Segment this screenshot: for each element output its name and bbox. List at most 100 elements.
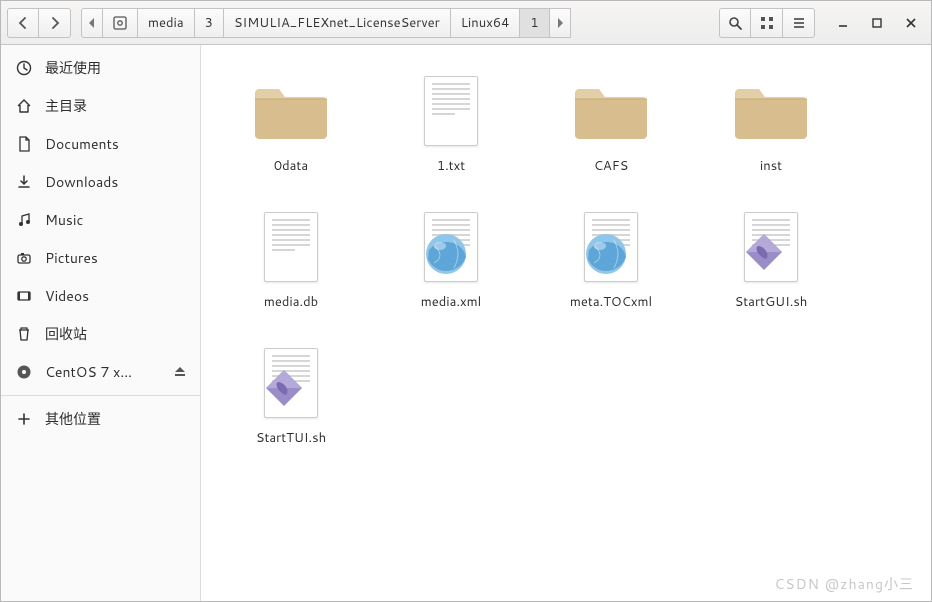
folder-icon-wrap [571,71,651,151]
script-diamond-icon [744,232,784,272]
folder-icon-wrap [251,71,331,151]
file-label: 0data [274,157,308,175]
disk-icon [113,16,127,30]
view-icons-button[interactable] [751,8,783,38]
path-seg-1[interactable]: 3 [195,8,224,38]
download-icon [15,174,33,190]
sidebar-item-label: 回收站 [45,324,87,344]
sidebar-item-label: Downloads [45,172,118,192]
file-icon [15,136,33,152]
sidebar-item-label: 主目录 [45,96,87,116]
sidebar-item-recent[interactable]: 最近使用 [1,49,200,87]
file-item[interactable]: media.db [211,201,371,317]
script-diamond-icon [264,368,304,408]
file-item[interactable]: media.xml [371,201,531,317]
document-page-icon [264,212,318,282]
search-button[interactable] [719,8,751,38]
path-seg-4[interactable]: 1 [520,8,549,38]
plus-icon [15,411,33,427]
sidebar-item-trash[interactable]: 回收站 [1,315,200,353]
sidebar-item-music[interactable]: Music [1,201,200,239]
menu-button[interactable] [783,8,815,38]
file-label: StartTUI.sh [256,429,326,447]
file-item[interactable]: StartTUI.sh [211,337,371,453]
sidebar-item-downloads[interactable]: Downloads [1,163,200,201]
nav-buttons [7,8,71,38]
file-pane[interactable]: 0data 1.txt CAFS inst media.db media.xml meta.… [201,45,931,601]
trash-icon [15,326,33,342]
sidebar-item-home[interactable]: 主目录 [1,87,200,125]
close-icon [905,17,917,29]
script-icon-wrap [251,343,331,423]
sidebar-item-label: Documents [45,134,119,154]
sidebar-item-label: 最近使用 [45,58,101,78]
maximize-button[interactable] [863,9,891,37]
text-icon-wrap [251,207,331,287]
folder-icon [251,79,331,143]
minimize-button[interactable] [829,9,857,37]
sidebar-item-documents[interactable]: Documents [1,125,200,163]
file-item[interactable]: inst [691,65,851,181]
disc-icon [15,364,33,380]
file-item[interactable]: StartGUI.sh [691,201,851,317]
clock-icon [15,60,33,76]
xml-icon-wrap [571,207,651,287]
path-bar: media 3 SIMULIA_FLEXnet_LicenseServer Li… [81,8,709,38]
file-label: meta.TOCxml [570,293,652,311]
sidebar-separator [1,395,200,396]
camera-icon [15,250,33,266]
path-seg-0[interactable]: media [138,8,195,38]
file-label: StartGUI.sh [735,293,808,311]
file-item[interactable]: 1.txt [371,65,531,181]
text-icon-wrap [411,71,491,151]
music-icon [15,212,33,228]
path-seg-2[interactable]: SIMULIA_FLEXnet_LicenseServer [224,8,451,38]
folder-icon [731,79,811,143]
folder-icon-wrap [731,71,811,151]
triangle-right-icon [556,18,564,28]
body: 最近使用主目录 Documents Downloads Music Pictures Vi… [1,45,931,601]
file-label: media.xml [421,293,482,311]
hamburger-icon [792,16,806,30]
window-controls [829,9,925,37]
file-label: CAFS [594,157,629,175]
eject-button[interactable] [174,362,186,382]
sidebar-other-locations[interactable]: 其他位置 [1,400,200,438]
chevron-right-icon [49,17,61,29]
chevron-left-icon [17,17,29,29]
document-page-icon [424,76,478,146]
view-buttons [719,8,815,38]
file-label: media.db [264,293,318,311]
close-button[interactable] [897,9,925,37]
forward-button[interactable] [39,8,71,38]
file-grid: 0data 1.txt CAFS inst media.db media.xml meta.… [211,65,921,453]
xml-icon-wrap [411,207,491,287]
sidebar-item-disc[interactable]: CentOS 7 x… [1,353,200,391]
minimize-icon [837,17,849,29]
path-overflow-right[interactable] [550,8,571,38]
file-item[interactable]: meta.TOCxml [531,201,691,317]
file-item[interactable]: 0data [211,65,371,181]
file-label: inst [760,157,782,175]
path-overflow-left[interactable] [81,8,103,38]
path-root-icon[interactable] [103,8,138,38]
home-icon [15,98,33,114]
sidebar-item-videos[interactable]: Videos [1,277,200,315]
file-label: 1.txt [437,157,465,175]
sidebar-item-label: Pictures [45,248,98,268]
globe-icon [584,232,628,276]
folder-icon [571,79,651,143]
triangle-left-icon [88,18,96,28]
sidebar: 最近使用主目录 Documents Downloads Music Pictures Vi… [1,45,201,601]
video-icon [15,288,33,304]
file-item[interactable]: CAFS [531,65,691,181]
sidebar-item-label: CentOS 7 x… [45,362,132,382]
back-button[interactable] [7,8,39,38]
sidebar-item-pictures[interactable]: Pictures [1,239,200,277]
search-icon [728,16,742,30]
grid-icon [760,16,774,30]
script-icon-wrap [731,207,811,287]
path-seg-3[interactable]: Linux64 [451,8,521,38]
globe-icon [424,232,468,276]
sidebar-item-label: 其他位置 [45,409,101,429]
